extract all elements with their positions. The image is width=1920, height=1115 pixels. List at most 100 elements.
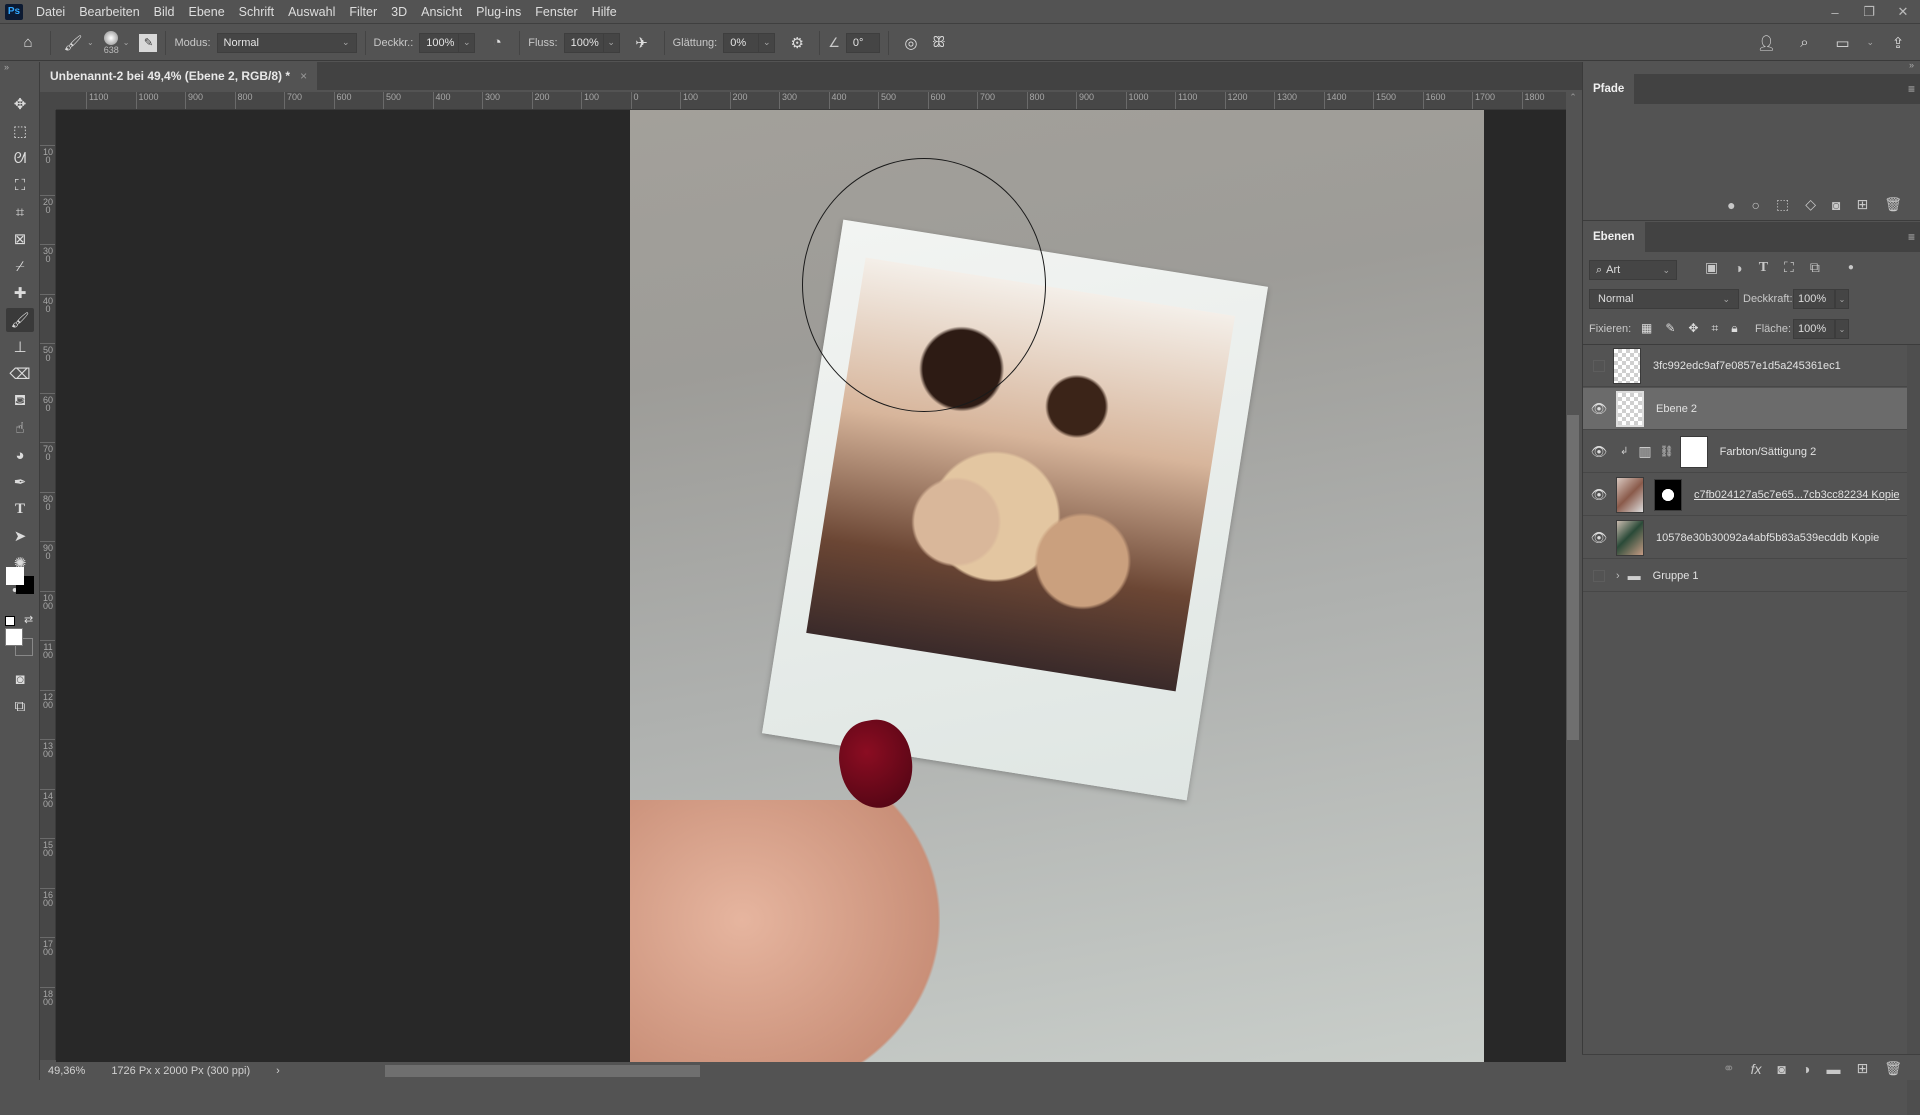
vertical-ruler[interactable]: 100 200 300 400 500 600 700 800 900 1000 1100 1200 1… — [40, 110, 56, 1060]
menu-datei[interactable]: Datei — [29, 0, 72, 24]
share-user-icon[interactable]: 👤︎ — [1752, 29, 1780, 57]
link-layers-icon[interactable]: ⚭ — [1723, 1060, 1735, 1077]
horizontal-scroll-thumb[interactable] — [385, 1065, 700, 1077]
panel-menu-icon[interactable]: ≡ — [1908, 230, 1915, 244]
pressure-size-icon[interactable]: ◎ — [897, 29, 925, 57]
stroke-path-icon[interactable]: ○ — [1752, 197, 1760, 213]
fill-dropdown[interactable]: ⌄ — [1835, 319, 1849, 339]
lock-position-icon[interactable]: ✥ — [1688, 321, 1698, 336]
link-icon[interactable]: ⛓ — [1660, 445, 1674, 458]
tab-layers[interactable]: Ebenen — [1583, 222, 1645, 252]
menu-ansicht[interactable]: Ansicht — [414, 0, 469, 24]
load-selection-icon[interactable]: ⬚ — [1776, 196, 1789, 213]
lock-all-icon[interactable]: 🔒︎ — [1731, 321, 1737, 336]
zoom-level[interactable]: 49,36% — [48, 1065, 85, 1077]
foreground-color-swatch[interactable] — [5, 628, 23, 646]
document-tab[interactable]: Unbenannt-2 bei 49,4% (Ebene 2, RGB/8) *… — [40, 62, 318, 90]
filter-pixel-icon[interactable]: ▣ — [1705, 259, 1718, 276]
smudge-tool-icon[interactable]: ☝ — [6, 416, 34, 440]
panel-menu-icon[interactable]: ≡ — [1908, 82, 1915, 96]
angle-field[interactable]: 0° — [845, 32, 880, 53]
object-selection-tool-icon[interactable]: ⛶ — [6, 173, 34, 197]
new-path-icon[interactable]: ⊞ — [1856, 196, 1868, 213]
gear-icon[interactable]: ⚙ — [783, 29, 811, 57]
new-layer-icon[interactable]: ⊞ — [1856, 1060, 1868, 1077]
collapse-panels-icon[interactable]: » — [1909, 60, 1914, 70]
pressure-opacity-icon[interactable]: ◔ — [483, 29, 511, 57]
layer-filter-select[interactable]: ⌕ Art ⌄ — [1589, 260, 1677, 280]
eye-icon[interactable]: 👁︎ — [1588, 487, 1610, 503]
filter-toggle-icon[interactable]: ● — [1848, 262, 1854, 273]
paint-bucket-tool-icon[interactable]: ⛾ — [6, 389, 34, 413]
scroll-up-icon[interactable]: ⌃ — [1566, 92, 1580, 103]
menu-plugins[interactable]: Plug-ins — [469, 0, 528, 24]
layer-row[interactable]: 👁︎ 10578e30b30092a4abf5b83a539ecddb Kopi… — [1583, 517, 1907, 559]
layer-name[interactable]: 10578e30b30092a4abf5b83a539ecddb Kopie — [1656, 532, 1879, 544]
filter-shape-icon[interactable]: ⛶ — [1784, 259, 1794, 276]
make-work-path-icon[interactable]: ◇ — [1805, 196, 1816, 213]
lasso-tool-icon[interactable]: ᘛ — [6, 146, 34, 170]
eraser-tool-icon[interactable]: ⌫ — [6, 362, 34, 386]
adjustment-layer-icon[interactable]: ◑ — [1802, 1061, 1810, 1077]
filter-adjustment-icon[interactable]: ◑ — [1734, 260, 1742, 276]
add-mask-icon[interactable]: ◙ — [1832, 197, 1840, 213]
fill-path-icon[interactable]: ● — [1727, 197, 1735, 213]
layer-row-selected[interactable]: 👁︎ Ebene 2 — [1583, 388, 1907, 430]
expand-group-icon[interactable]: › — [1616, 570, 1620, 582]
layer-row[interactable]: 👁︎ ↲ ▥ ⛓ Farbton/Sättigung 2 — [1583, 431, 1907, 473]
layer-mask-thumbnail[interactable] — [1654, 478, 1682, 511]
collapse-panel-icon[interactable]: » — [4, 62, 9, 72]
fx-icon[interactable]: fx — [1751, 1061, 1762, 1077]
delete-layer-icon[interactable]: 🗑︎ — [1884, 1060, 1902, 1077]
marquee-tool-icon[interactable]: ⬚ — [6, 119, 34, 143]
opacity-field[interactable]: 100% — [419, 32, 460, 53]
fill-field[interactable]: 100% — [1793, 319, 1835, 339]
eyedropper-tool-icon[interactable]: ⌿ — [6, 254, 34, 278]
menu-hilfe[interactable]: Hilfe — [585, 0, 624, 24]
swap-colors-icon[interactable]: ⇄ — [24, 613, 33, 626]
new-group-icon[interactable]: ▬ — [1826, 1061, 1840, 1077]
document-canvas[interactable] — [630, 110, 1484, 1062]
menu-auswahl[interactable]: Auswahl — [281, 0, 342, 24]
eye-icon[interactable]: 👁︎ — [1588, 530, 1610, 546]
chevron-down-icon[interactable]: ⌄ — [1866, 37, 1874, 48]
clone-stamp-tool-icon[interactable]: ⊥ — [6, 335, 34, 359]
filter-type-icon[interactable]: T — [1759, 260, 1768, 276]
filter-smart-object-icon[interactable]: ⧉ — [1810, 259, 1820, 276]
layer-name[interactable]: c7fb024127a5c7e65...7cb3cc82234 Kopie — [1694, 489, 1900, 501]
eye-icon[interactable]: 👁︎ — [1588, 401, 1610, 417]
restore-button[interactable]: ❐ — [1852, 0, 1886, 24]
flow-dropdown[interactable]: ⌄ — [603, 32, 620, 53]
hue-saturation-icon[interactable]: ▥ — [1638, 443, 1651, 460]
horizontal-ruler[interactable]: 1100 1000 900 800 700 600 500 400 300 200 100 0 100 2… — [56, 92, 1566, 110]
chevron-down-icon[interactable]: ⌄ — [87, 38, 94, 47]
mode-select[interactable]: Normal ⌄ — [216, 32, 357, 53]
layer-name[interactable]: 3fc992edc9af7e0857e1d5a245361ec1 — [1653, 360, 1841, 372]
brush-preset-picker[interactable]: 638 — [104, 30, 119, 55]
delete-path-icon[interactable]: 🗑︎ — [1884, 196, 1902, 213]
status-menu-arrow[interactable]: › — [276, 1065, 280, 1077]
dodge-tool-icon[interactable]: ◕ — [6, 443, 34, 467]
menu-filter[interactable]: Filter — [342, 0, 384, 24]
vertical-scroll-thumb[interactable] — [1567, 415, 1579, 740]
brush-tool-icon[interactable]: 🖌︎ — [6, 308, 34, 332]
visibility-toggle-off[interactable] — [1593, 359, 1605, 372]
brush-tool-preset-icon[interactable]: 🖌︎ — [59, 29, 87, 57]
workspace-icon[interactable]: ▭ — [1828, 29, 1856, 57]
layer-name[interactable]: Farbton/Sättigung 2 — [1720, 446, 1817, 458]
frame-tool-icon[interactable]: ⊠ — [6, 227, 34, 251]
lock-artboard-icon[interactable]: ⌗ — [1711, 321, 1718, 336]
lock-transparent-icon[interactable]: ▦ — [1641, 321, 1652, 336]
menu-3d[interactable]: 3D — [384, 0, 414, 24]
add-mask-icon[interactable]: ◙ — [1778, 1061, 1786, 1077]
quick-mask-icon[interactable]: ◙ — [6, 667, 34, 691]
ruler-origin[interactable] — [40, 92, 56, 110]
smoothing-field[interactable]: 0% — [723, 32, 760, 53]
lock-pixels-icon[interactable]: ✎ — [1665, 321, 1675, 336]
screen-mode-icon[interactable]: ⧉ — [6, 694, 34, 718]
blend-mode-select[interactable]: Normal ⌄ — [1589, 289, 1739, 309]
layer-name[interactable]: Ebene 2 — [1656, 403, 1697, 415]
layers-scrollbar[interactable] — [1907, 345, 1920, 1115]
layer-mask-thumbnail[interactable] — [1679, 435, 1708, 468]
menu-bild[interactable]: Bild — [147, 0, 182, 24]
